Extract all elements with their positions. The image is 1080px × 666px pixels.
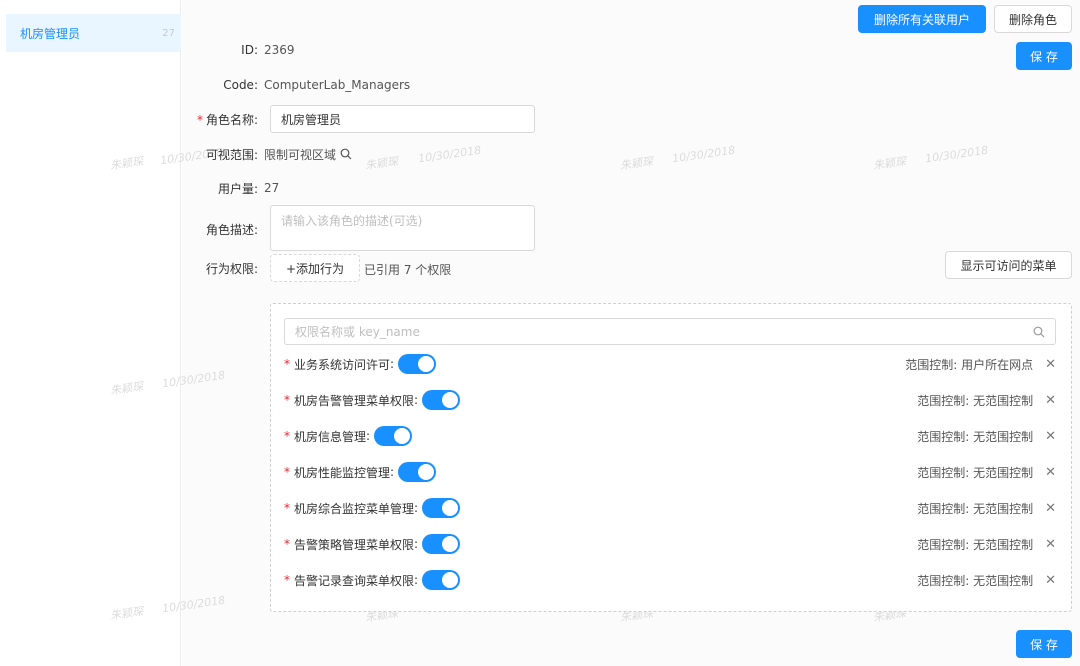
permission-toggle[interactable] <box>422 534 461 554</box>
permission-name: 机房综合监控菜单管理 <box>294 501 415 516</box>
permission-scope[interactable]: 范围控制: 无范围控制 <box>917 428 1033 445</box>
delete-all-users-button[interactable]: 删除所有关联用户 <box>858 5 986 33</box>
code-row: Code: ComputerLab_Managers <box>182 73 410 97</box>
required-marker: * <box>196 112 203 127</box>
add-action-button[interactable]: +添加行为 <box>270 254 360 282</box>
name-row: * 角色名称: <box>182 107 264 131</box>
id-row: ID: 2369 <box>182 38 295 62</box>
permission-name: 告警记录查询菜单权限 <box>294 573 415 588</box>
user-count-row: 用户量: 27 <box>182 176 279 200</box>
permission-item: * 业务系统访问许可: 范围控制: 用户所在网点 ✕ <box>284 352 1056 376</box>
permission-scope[interactable]: 范围控制: 无范围控制 <box>917 392 1033 409</box>
name-label: * 角色名称: <box>196 112 258 127</box>
user-count-value: 27 <box>264 181 280 195</box>
permission-scope[interactable]: 范围控制: 无范围控制 <box>917 500 1033 517</box>
permission-scope[interactable]: 范围控制: 无范围控制 <box>917 464 1033 481</box>
description-label: 角色描述: <box>205 222 258 237</box>
close-icon[interactable]: ✕ <box>1045 501 1056 516</box>
sidebar-item-label: 机房管理员 <box>20 26 81 41</box>
required-marker: * <box>284 537 290 551</box>
required-marker: * <box>284 393 290 407</box>
delete-role-button[interactable]: 删除角色 <box>994 5 1072 33</box>
required-marker: * <box>284 465 290 479</box>
id-label: ID: <box>241 43 258 57</box>
close-icon[interactable]: ✕ <box>1045 429 1056 444</box>
scope-value[interactable]: 限制可视区域 <box>264 146 336 163</box>
permission-row: 行为权限: <box>182 256 264 280</box>
permission-name: 机房性能监控管理 <box>294 465 391 480</box>
permission-summary: 已引用 7 个权限 <box>364 263 452 277</box>
close-icon[interactable]: ✕ <box>1045 573 1056 588</box>
search-placeholder: 权限名称或 key_name <box>295 325 420 339</box>
code-label: Code: <box>223 78 258 92</box>
description-row: 角色描述: <box>182 217 264 241</box>
permission-item: * 告警策略管理菜单权限: 范围控制: 无范围控制 ✕ <box>284 532 1056 556</box>
required-marker: * <box>284 429 290 443</box>
permission-name: 告警策略管理菜单权限 <box>294 537 415 552</box>
search-icon[interactable] <box>1033 326 1045 338</box>
permission-item: * 告警记录查询菜单权限: 范围控制: 无范围控制 ✕ <box>284 568 1056 592</box>
user-count-label: 用户量: <box>217 181 258 196</box>
sidebar-item-count: 27 <box>162 27 175 39</box>
sidebar-item-computer-lab-admin[interactable]: 机房管理员 27 <box>6 14 181 52</box>
permission-toggle[interactable] <box>398 462 437 482</box>
permission-name: 机房告警管理菜单权限 <box>294 393 415 408</box>
close-icon[interactable]: ✕ <box>1045 537 1056 552</box>
permission-item: * 机房性能监控管理: 范围控制: 无范围控制 ✕ <box>284 460 1056 484</box>
close-icon[interactable]: ✕ <box>1045 357 1056 372</box>
permission-search-input[interactable]: 权限名称或 key_name <box>284 318 1056 345</box>
required-marker: * <box>284 573 290 587</box>
permission-name: 业务系统访问许可 <box>294 357 391 372</box>
required-marker: * <box>284 501 290 515</box>
save-button-bottom[interactable]: 保 存 <box>1016 630 1072 658</box>
permission-label: 行为权限: <box>205 261 258 276</box>
permission-scope[interactable]: 范围控制: 无范围控制 <box>917 572 1033 589</box>
sidebar: 机房管理员 27 <box>0 0 181 666</box>
permission-item: * 机房综合监控菜单管理: 范围控制: 无范围控制 ✕ <box>284 496 1056 520</box>
permission-item: * 机房信息管理: 范围控制: 无范围控制 ✕ <box>284 424 1056 448</box>
role-name-input[interactable]: 机房管理员 <box>270 105 535 133</box>
close-icon[interactable]: ✕ <box>1045 393 1056 408</box>
show-accessible-menu-button[interactable]: 显示可访问的菜单 <box>945 251 1072 279</box>
permission-name: 机房信息管理 <box>294 429 367 444</box>
description-placeholder: 请输入该角色的描述(可选) <box>281 214 423 228</box>
scope-row: 可视范围: 限制可视区域 <box>182 142 352 166</box>
close-icon[interactable]: ✕ <box>1045 465 1056 480</box>
permission-toggle[interactable] <box>422 570 461 590</box>
search-icon[interactable] <box>340 148 352 160</box>
permission-toggle[interactable] <box>374 426 413 446</box>
permission-scope[interactable]: 范围控制: 无范围控制 <box>917 536 1033 553</box>
save-button-top[interactable]: 保 存 <box>1016 42 1072 70</box>
permission-scope[interactable]: 范围控制: 用户所在网点 <box>905 356 1033 373</box>
required-marker: * <box>284 357 290 371</box>
permissions-panel <box>270 303 1072 612</box>
permission-toggle[interactable] <box>422 390 461 410</box>
permission-item: * 机房告警管理菜单权限: 范围控制: 无范围控制 ✕ <box>284 388 1056 412</box>
id-value: 2369 <box>264 43 295 57</box>
code-value: ComputerLab_Managers <box>264 78 411 92</box>
permission-toggle[interactable] <box>422 498 461 518</box>
role-description-textarea[interactable]: 请输入该角色的描述(可选) <box>270 205 535 251</box>
permission-toggle[interactable] <box>398 354 437 374</box>
scope-label: 可视范围: <box>205 147 258 162</box>
